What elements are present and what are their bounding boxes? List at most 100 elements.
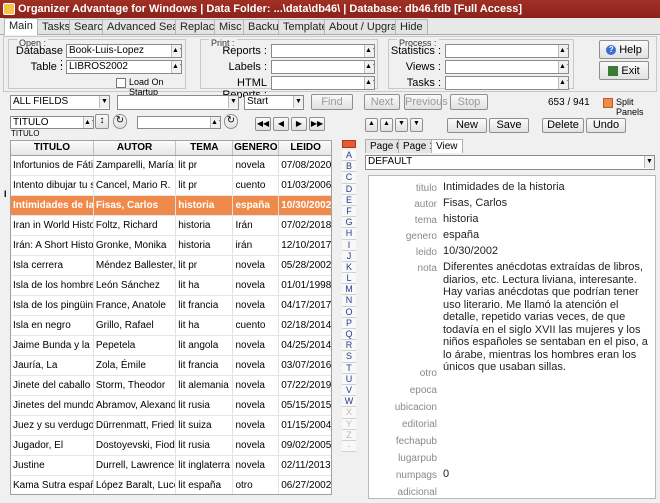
move-top-button[interactable]: ▲	[365, 118, 378, 132]
alpha-index-letter[interactable]: C	[342, 172, 356, 184]
alpha-index-letter[interactable]: E	[342, 194, 356, 206]
delete-button[interactable]: Delete	[542, 118, 584, 133]
column-header-leido[interactable]: LEIDO	[278, 141, 331, 156]
views-select[interactable]: ▲▼	[445, 60, 569, 74]
table-row[interactable]: Iran in World HistoryFoltz, Richardhisto…	[11, 215, 331, 236]
alpha-index-letter[interactable]: U	[342, 373, 356, 385]
move-bottom-button[interactable]: ▼	[410, 118, 423, 132]
previous-button[interactable]: Previous	[404, 94, 448, 110]
alpha-index-letter[interactable]: Y	[342, 418, 356, 430]
search-field-select[interactable]: ALL FIELDS ▼	[10, 95, 110, 110]
open-group: Open : Database : Book-Luis-Lopez ▲▼ Tab…	[8, 38, 186, 97]
table-cell: Jugador, El	[11, 435, 94, 456]
move-up-button[interactable]: ▲	[380, 118, 393, 132]
table-row[interactable]: Jinetes del mundo escondiAbramov, Alexan…	[11, 395, 331, 416]
prev-record-button[interactable]: ◀	[273, 117, 289, 131]
chevron-updown-icon: ▲▼	[558, 61, 568, 73]
alpha-index-letter[interactable]: M	[342, 284, 356, 296]
view-select[interactable]: DEFAULT ▼	[365, 155, 655, 170]
table-select[interactable]: LIBROS2002 ▲▼	[66, 60, 182, 74]
table-row[interactable]: Isla en negro Grillo, Rafael lit ha cuento 0…	[11, 315, 331, 336]
table-row[interactable]: Jauría, La Zola, Émile lit francia novela 03…	[11, 355, 331, 376]
table-row[interactable]: Isla cerreraMéndez Ballester, Mlit prnov…	[11, 255, 331, 276]
column-header-tema[interactable]: TEMA	[175, 141, 234, 156]
column-header-autor[interactable]: AUTOR	[93, 141, 177, 156]
table-row[interactable]: Jaime Bunda y la muertePepetelalit angol…	[11, 335, 331, 356]
move-down-button[interactable]: ▼	[395, 118, 408, 132]
stop-button[interactable]: Stop	[450, 94, 488, 110]
table-row[interactable]: Isla de los pingüinos, LaFrance, Anatole…	[11, 295, 331, 316]
alpha-index-letter[interactable]: S	[342, 351, 356, 363]
table-row[interactable]: Jinete del caballo blanco,Storm, Theodor…	[11, 375, 331, 396]
alpha-index-letter[interactable]: B	[342, 161, 356, 173]
tasks-select[interactable]: ▲▼	[445, 76, 569, 90]
alpha-index-letter[interactable]: H	[342, 228, 356, 240]
table-row[interactable]: Intento dibujar tu sonrisaCancel, Mario …	[11, 175, 331, 196]
next-record-button[interactable]: ▶	[291, 117, 307, 131]
alpha-index-letter[interactable]: P	[342, 317, 356, 329]
table-row[interactable]: Jugador, El Dostoyevski, Fiodor lit rusia n…	[11, 435, 331, 456]
alpha-index-letter[interactable]: T	[342, 362, 356, 374]
filter-refresh-button[interactable]: ↻	[224, 114, 238, 129]
search-input[interactable]: ▼	[117, 95, 239, 110]
table-cell: lit pr	[175, 175, 234, 196]
alpha-index-letter[interactable]: J	[342, 250, 356, 262]
table-row[interactable]: Justine Durrell, Lawrence lit inglaterra no…	[11, 455, 331, 476]
next-button[interactable]: Next	[364, 94, 400, 110]
table-cell: Foltz, Richard	[93, 215, 177, 236]
alpha-index-letter[interactable]: L	[342, 273, 356, 285]
sort-direction-button[interactable]: ↕	[95, 114, 109, 129]
search-position-select[interactable]: Start ▼	[244, 95, 304, 110]
table-row[interactable]: Isla de los hombres solosLeón Sánchezlit…	[11, 275, 331, 296]
alpha-index-letter[interactable]: Z	[342, 429, 356, 441]
alpha-index-letter[interactable]: V	[342, 384, 356, 397]
alpha-index-letter[interactable]: D	[342, 183, 356, 195]
sort-field-select[interactable]: TITULO ▲▼	[10, 116, 94, 129]
exit-button[interactable]: Exit	[599, 61, 649, 80]
alpha-index-letter[interactable]: -	[342, 440, 356, 453]
alpha-index-letter[interactable]: I	[342, 239, 356, 251]
split-panels-checkbox[interactable]	[603, 98, 613, 108]
move-top-icon: ▲	[368, 120, 375, 127]
alpha-index-letter[interactable]: W	[342, 396, 356, 408]
records-grid[interactable]: TITULO AUTOR TEMA GENERO LEIDO Infortunios d…	[10, 140, 332, 495]
save-button[interactable]: Save	[489, 118, 529, 133]
table-row[interactable]: Kama Sutra español, UnLópez Baralt, Luce…	[11, 475, 331, 494]
table-row[interactable]: Irán: A Short History Gronke, Monika histo…	[11, 235, 331, 256]
undo-button[interactable]: Undo	[586, 118, 626, 133]
load-on-startup-checkbox[interactable]	[116, 78, 126, 88]
alpha-index-letter[interactable]: K	[342, 261, 356, 274]
alpha-index-letter[interactable]: N	[342, 295, 356, 307]
tab-misc[interactable]: Misc	[214, 19, 247, 34]
alpha-index-letter[interactable]: A	[342, 150, 356, 162]
column-header-genero[interactable]: GENERO	[232, 141, 280, 156]
last-record-button[interactable]: ▶▶	[309, 117, 325, 131]
alpha-all-button[interactable]	[342, 140, 356, 148]
tab-main[interactable]: Main	[4, 18, 38, 35]
new-button[interactable]: New	[447, 118, 487, 133]
find-button[interactable]: Find	[311, 94, 353, 110]
alpha-index-letter[interactable]: O	[342, 306, 356, 318]
labels-select[interactable]: ▲▼	[271, 60, 375, 74]
alpha-index-letter[interactable]: R	[342, 340, 356, 352]
table-row[interactable]: Intimidades de la historiaFisas, Carlosh…	[11, 195, 331, 216]
column-header-titulo[interactable]: TITULO	[11, 141, 94, 156]
table-cell: lit pr	[175, 255, 234, 276]
alpha-index-letter[interactable]: G	[342, 217, 356, 229]
table-row[interactable]: Infortunios de Fátima MorZamparelli, Mar…	[11, 155, 331, 176]
table-row[interactable]: Juez y su verdugo, ElDürrenmatt, Friedri…	[11, 415, 331, 436]
filter-select[interactable]: ▲▼	[137, 116, 221, 129]
help-button[interactable]: ? Help	[599, 40, 649, 59]
html-reports-select[interactable]: ▲▼	[271, 76, 375, 90]
tab-hide[interactable]: Hide	[395, 19, 428, 34]
reports-select[interactable]: ▲▼	[271, 44, 375, 58]
refresh-button[interactable]: ↻	[113, 114, 127, 129]
first-record-button[interactable]: ◀◀	[255, 117, 271, 131]
statistics-select[interactable]: ▲▼	[445, 44, 569, 58]
database-select[interactable]: Book-Luis-Lopez ▲▼	[66, 44, 182, 58]
table-cell: novela	[232, 435, 280, 456]
alpha-index-letter[interactable]: X	[342, 407, 356, 419]
tab-view[interactable]: View	[431, 139, 463, 153]
alpha-index-letter[interactable]: F	[342, 205, 356, 218]
alpha-index-letter[interactable]: Q	[342, 329, 356, 341]
